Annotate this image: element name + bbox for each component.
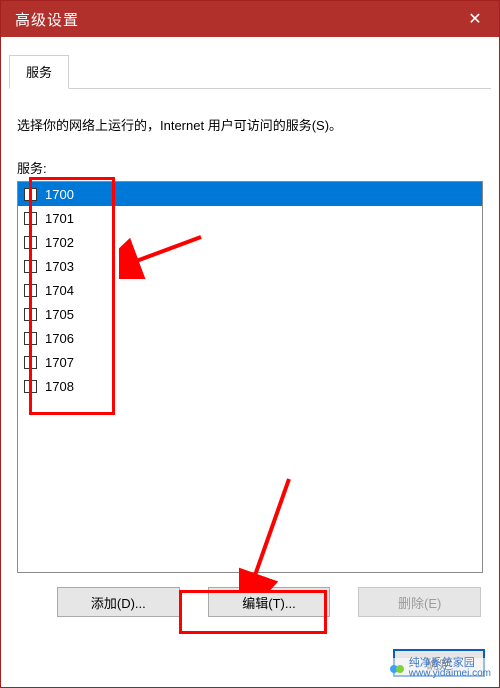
list-label: 服务: [17,158,483,177]
list-item-label: 1703 [45,259,74,274]
checkbox-icon[interactable] [24,212,37,225]
services-listbox[interactable]: 1700 1701 1702 1703 1704 1705 1706 1707 1708 [17,181,483,573]
watermark-icon [389,661,405,677]
tab-strip: 服务 [9,55,491,89]
window-body: 服务 选择你的网络上运行的，Internet 用户可访问的服务(S)。 服务: … [1,55,499,625]
list-item[interactable]: 1703 [18,254,482,278]
window-title: 高级设置 [15,9,79,30]
list-item[interactable]: 1702 [18,230,482,254]
watermark: 纯净系统家园 www.yidaimei.com [387,658,493,679]
list-item-label: 1707 [45,355,74,370]
close-icon: ✕ [468,9,481,29]
titlebar: 高级设置 ✕ [1,1,499,37]
add-button[interactable]: 添加(D)... [57,587,180,617]
tab-label: 服务 [26,65,52,80]
list-item[interactable]: 1701 [18,206,482,230]
checkbox-icon[interactable] [24,308,37,321]
tab-services[interactable]: 服务 [9,55,69,89]
list-item-label: 1702 [45,235,74,250]
list-item-label: 1700 [45,187,74,202]
advanced-settings-window: 高级设置 ✕ 服务 选择你的网络上运行的，Internet 用户可访问的服务(S… [0,0,500,688]
delete-button: 删除(E) [358,587,481,617]
checkbox-icon[interactable] [24,188,37,201]
list-item[interactable]: 1705 [18,302,482,326]
watermark-line2: www.yidaimei.com [409,669,491,679]
checkbox-icon[interactable] [24,260,37,273]
checkbox-icon[interactable] [24,380,37,393]
checkbox-icon[interactable] [24,236,37,249]
close-button[interactable]: ✕ [451,1,499,37]
list-item-label: 1708 [45,379,74,394]
list-item[interactable]: 1704 [18,278,482,302]
list-item-label: 1705 [45,307,74,322]
list-item[interactable]: 1707 [18,350,482,374]
list-item-label: 1706 [45,331,74,346]
checkbox-icon[interactable] [24,284,37,297]
tab-panel: 选择你的网络上运行的，Internet 用户可访问的服务(S)。 服务: 170… [9,89,491,617]
list-item[interactable]: 1708 [18,374,482,398]
list-item-label: 1701 [45,211,74,226]
checkbox-icon[interactable] [24,332,37,345]
list-item-label: 1704 [45,283,74,298]
list-item[interactable]: 1706 [18,326,482,350]
edit-button[interactable]: 编辑(T)... [208,587,331,617]
panel-description: 选择你的网络上运行的，Internet 用户可访问的服务(S)。 [17,115,483,134]
checkbox-icon[interactable] [24,356,37,369]
button-row: 添加(D)... 编辑(T)... 删除(E) [17,587,483,617]
list-item[interactable]: 1700 [18,182,482,206]
